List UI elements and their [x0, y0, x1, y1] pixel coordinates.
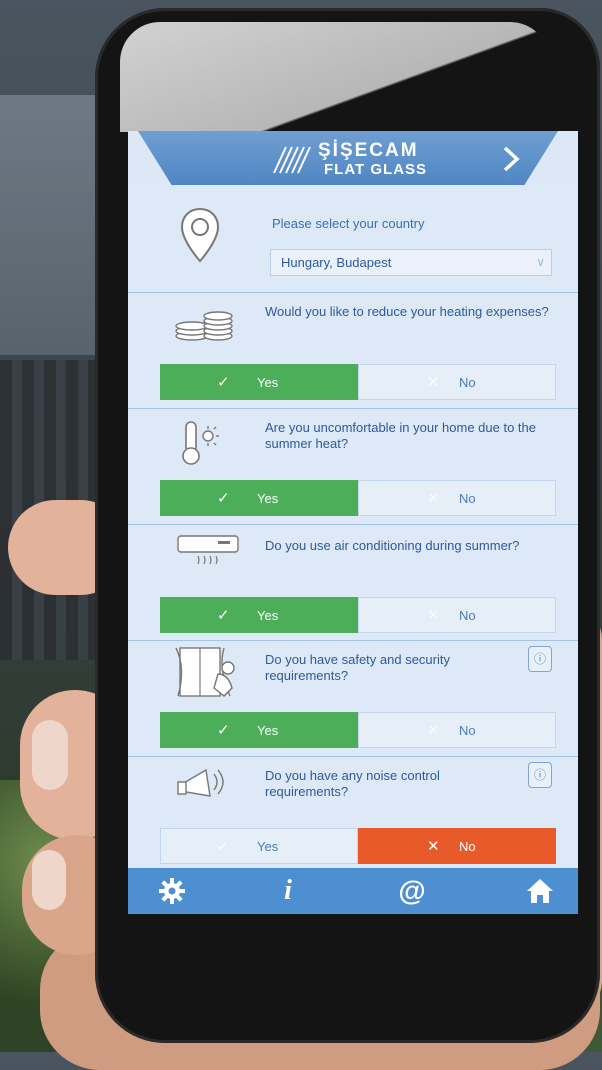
- question-text: Are you uncomfortable in your home due t…: [265, 420, 536, 451]
- check-icon: ✓: [217, 607, 230, 624]
- next-button[interactable]: [492, 141, 528, 177]
- air-conditioner-icon: [177, 535, 239, 565]
- question-text: Do you use air conditioning during summe…: [265, 538, 520, 553]
- coins-icon: [175, 311, 233, 341]
- cross-icon: ✕: [427, 838, 440, 855]
- answer-toggle: ✓ Yes ✕ No: [160, 480, 556, 516]
- answer-toggle: ✓ Yes ✕ No: [160, 597, 556, 633]
- fingernail: [32, 850, 66, 910]
- email-button[interactable]: @: [382, 868, 442, 914]
- country-select[interactable]: Hungary, Budapest ∨: [270, 249, 552, 276]
- fingernail: [32, 720, 68, 790]
- gear-icon: [159, 878, 185, 904]
- yes-label: Yes: [257, 839, 279, 854]
- check-icon: ✓: [217, 490, 230, 507]
- country-select-value: Hungary, Budapest: [281, 255, 392, 270]
- megaphone-icon: [177, 768, 224, 797]
- yes-button[interactable]: ✓ Yes: [160, 597, 358, 633]
- check-icon: ✓: [217, 722, 230, 739]
- question-noise: Do you have any noise control requiremen…: [128, 756, 578, 868]
- check-icon: ✓: [217, 838, 230, 855]
- bottom-toolbar: i @: [128, 868, 578, 914]
- no-label: No: [459, 375, 476, 390]
- question-security: Do you have safety and security requirem…: [128, 640, 578, 757]
- question-summer-heat: Are you uncomfortable in your home due t…: [128, 408, 578, 525]
- yes-button[interactable]: ✓ Yes: [160, 480, 358, 516]
- yes-label: Yes: [257, 608, 279, 623]
- info-letter-icon: i: [284, 875, 292, 906]
- yes-button[interactable]: ✓ Yes: [160, 828, 358, 864]
- no-label: No: [459, 608, 476, 623]
- no-button[interactable]: ✕ No: [358, 364, 556, 400]
- brand-name: ŞİŞECAM: [318, 140, 419, 161]
- no-label: No: [459, 491, 476, 506]
- answer-toggle: ✓ Yes ✕ No: [160, 712, 556, 748]
- thermometer-sun-icon: [182, 421, 219, 465]
- info-button[interactable]: ⓘ: [528, 646, 552, 672]
- app-header: ŞİŞECAM FLAT GLASS: [128, 131, 578, 185]
- yes-label: Yes: [257, 375, 279, 390]
- cross-icon: ✕: [427, 607, 440, 624]
- check-icon: ✓: [217, 374, 230, 391]
- question-text: Do you have safety and security requirem…: [265, 652, 450, 683]
- home-icon: [527, 879, 553, 903]
- question-text: Would you like to reduce your heating ex…: [265, 304, 549, 319]
- cross-icon: ✕: [427, 490, 440, 507]
- settings-button[interactable]: [142, 868, 202, 914]
- burglar-window-icon: [175, 647, 235, 697]
- chevron-down-icon: ∨: [536, 255, 545, 269]
- chevron-right-icon: [503, 146, 520, 172]
- no-label: No: [459, 723, 476, 738]
- answer-toggle: ✓ Yes ✕ No: [160, 828, 556, 864]
- at-sign-icon: @: [398, 875, 426, 906]
- no-button[interactable]: ✕ No: [358, 597, 556, 633]
- info-icon: ⓘ: [533, 768, 546, 782]
- info-footer-button[interactable]: i: [258, 868, 318, 914]
- no-button[interactable]: ✕ No: [358, 828, 556, 864]
- question-text: Do you have any noise control requiremen…: [265, 768, 440, 799]
- brand-logo: ŞİŞECAM FLAT GLASS: [268, 139, 468, 179]
- location-pin-icon: [180, 207, 220, 263]
- info-icon: ⓘ: [533, 652, 546, 666]
- question-heating: Would you like to reduce your heating ex…: [128, 292, 578, 409]
- cross-icon: ✕: [427, 374, 440, 391]
- no-button[interactable]: ✕ No: [358, 480, 556, 516]
- no-label: No: [459, 839, 476, 854]
- question-air-conditioning: Do you use air conditioning during summe…: [128, 524, 578, 641]
- yes-button[interactable]: ✓ Yes: [160, 712, 358, 748]
- info-button[interactable]: ⓘ: [528, 762, 552, 788]
- yes-button[interactable]: ✓ Yes: [160, 364, 358, 400]
- answer-toggle: ✓ Yes ✕ No: [160, 364, 556, 400]
- phone-glare: [120, 22, 550, 132]
- no-button[interactable]: ✕ No: [358, 712, 556, 748]
- brand-subtitle: FLAT GLASS: [324, 161, 428, 178]
- cross-icon: ✕: [427, 722, 440, 739]
- country-section: Please select your country Hungary, Buda…: [128, 185, 578, 293]
- home-button[interactable]: [510, 868, 570, 914]
- yes-label: Yes: [257, 491, 279, 506]
- yes-label: Yes: [257, 723, 279, 738]
- glass-lines-icon: [273, 146, 311, 174]
- country-label: Please select your country: [272, 216, 425, 231]
- app-screen: ŞİŞECAM FLAT GLASS Please select your co…: [128, 131, 578, 914]
